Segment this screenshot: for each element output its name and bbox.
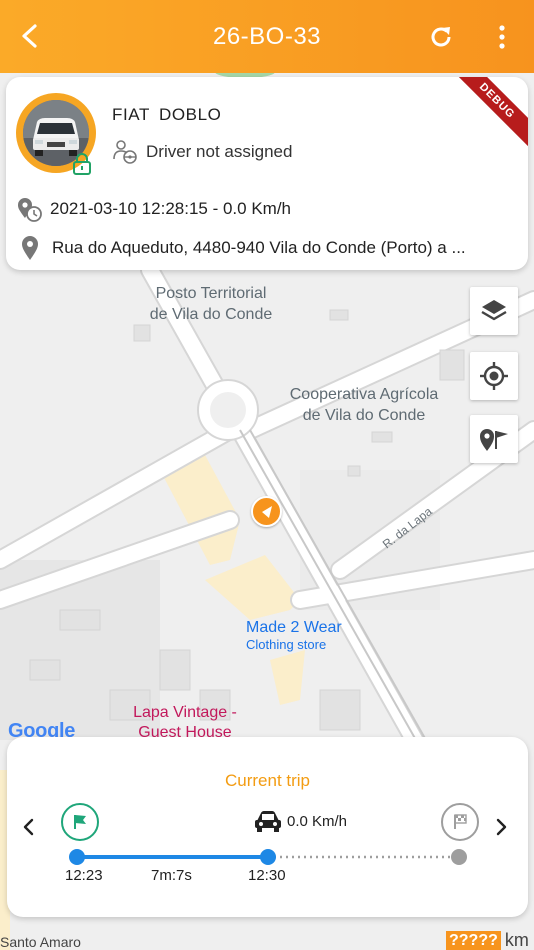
trip-title: Current trip	[224, 771, 311, 790]
navigation-arrow-icon	[261, 505, 272, 518]
address-row: Rua do Aqueduto, 4480-940 Vila do Conde …	[20, 235, 466, 261]
layers-button[interactable]	[470, 287, 518, 335]
refresh-icon[interactable]	[428, 24, 454, 50]
vehicle-marker[interactable]	[251, 496, 282, 527]
crosshair-location-icon	[480, 362, 508, 390]
map-label-santo-amaro: Santo Amaro	[0, 934, 81, 950]
debug-ribbon: DEBUG	[443, 77, 528, 155]
finish-flag-icon	[454, 814, 467, 829]
vehicle-name: FIAT DOBLO	[112, 105, 222, 124]
map-label-posto: Posto Territorial de Vila do Conde	[149, 285, 273, 323]
trip-timeline[interactable]	[69, 847, 469, 867]
back-arrow-icon[interactable]	[16, 22, 44, 50]
layers-icon	[481, 300, 507, 321]
timeline-current-dot[interactable]	[260, 849, 276, 865]
odometer-value: ?????	[446, 930, 501, 950]
pin-flag-icon	[480, 429, 508, 451]
odometer-badge: ????? km	[446, 930, 529, 950]
route-flag-button[interactable]	[470, 415, 518, 463]
last-update-text: 2021-03-10 12:28:15 - 0.0 Km/h	[50, 199, 291, 218]
vehicle-info-card[interactable]: DEBUG FIAT DOBLO Driver not assigned 202…	[6, 77, 528, 270]
poi-made2wear[interactable]: Made 2 Wear Clothing store	[246, 619, 342, 652]
timeline-start-dot	[69, 849, 85, 865]
location-pin-icon	[22, 236, 38, 260]
trip-end-flag[interactable]	[441, 803, 479, 841]
odometer-unit: km	[504, 930, 529, 950]
lock-icon	[73, 153, 91, 175]
start-flag-icon	[74, 815, 86, 829]
location-clock-icon	[18, 198, 42, 222]
more-vertical-icon[interactable]	[494, 24, 510, 50]
my-location-button[interactable]	[470, 352, 518, 400]
trip-current-time: 12:30	[248, 867, 286, 884]
timeline-end-dot	[451, 849, 467, 865]
driver-steering-icon	[113, 140, 137, 164]
page-title: 26-BO-33	[212, 22, 322, 50]
chevron-right-icon[interactable]	[493, 817, 509, 837]
trip-duration: 7m:7s	[151, 867, 192, 884]
trip-speed: 0.0 Km/h	[287, 812, 348, 830]
trip-speed-row: 0.0 Km/h	[253, 809, 347, 833]
app-header: 26-BO-33	[0, 0, 534, 73]
poi-made2wear-name: Made 2 Wear	[246, 619, 342, 636]
trip-start-flag[interactable]	[61, 803, 99, 841]
map-label-cooperativa: Cooperativa Agrícola de Vila do Conde	[289, 386, 439, 424]
last-update-row: 2021-03-10 12:28:15 - 0.0 Km/h	[16, 196, 291, 222]
poi-lapa-line1: Lapa Vintage -	[133, 704, 237, 721]
driver-status: Driver not assigned	[146, 142, 293, 161]
trip-start-time: 12:23	[65, 867, 103, 884]
car-icon	[255, 811, 281, 832]
address-text: Rua do Aqueduto, 4480-940 Vila do Conde …	[52, 238, 466, 257]
poi-made2wear-category: Clothing store	[246, 637, 327, 652]
current-trip-card[interactable]: Current trip 0.0 Km/h 12:23 7m:7s 12:30	[7, 737, 528, 917]
chevron-left-icon[interactable]	[21, 817, 37, 837]
driver-row: Driver not assigned	[112, 139, 292, 165]
